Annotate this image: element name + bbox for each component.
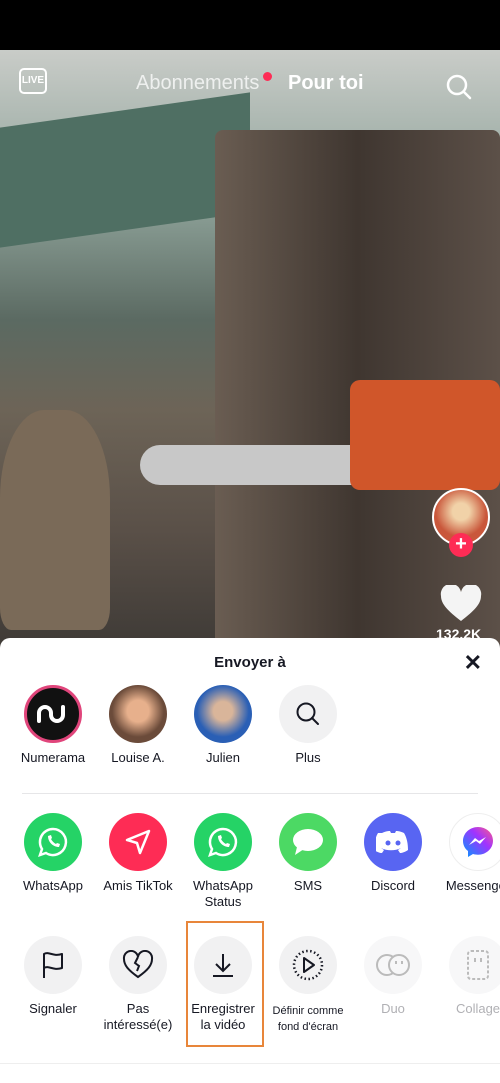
sms-icon [279,813,337,871]
avatar [194,685,252,743]
label-line: Pas [126,1001,150,1016]
whatsapp-icon [24,813,82,871]
messenger-icon [449,813,500,871]
divider [22,793,478,794]
label-line: Définir comme [272,1005,344,1017]
broken-heart-icon [109,936,167,994]
follow-button[interactable]: + [449,533,473,557]
contact-louise[interactable]: Louise A. [96,685,180,766]
label-line: intéressé(e) [103,1017,173,1032]
contact-julien[interactable]: Julien [181,685,265,766]
tab-abonnements[interactable]: Abonnements [136,72,259,95]
contact-label: Numerama [20,750,86,765]
like-icon[interactable] [440,585,482,623]
action-label: Définir comme fond d'écran [266,1003,350,1035]
divider [0,1063,500,1064]
app-label: SMS [293,878,323,893]
duet-button[interactable]: Duo [351,936,435,1017]
contact-numerama[interactable]: Numerama [11,685,95,766]
share-whatsapp-status[interactable]: WhatsApp Status [181,813,265,910]
app-label: WhatsApp [23,878,83,893]
close-icon[interactable]: ✕ [464,650,482,676]
label-line: Status [204,894,242,909]
stitch-button[interactable]: Collage [436,936,500,1017]
send-icon [109,813,167,871]
video-scene [350,380,500,490]
share-sheet: Envoyer à ✕ Numerama Louise A. Julien Pl… [0,638,500,1083]
search-icon[interactable] [446,74,472,100]
flag-icon [24,936,82,994]
notification-dot [263,72,272,81]
more-contacts-button[interactable]: Plus [266,685,350,766]
contact-label: Julien [206,750,240,765]
action-label: Signaler [29,1001,77,1016]
report-button[interactable]: Signaler [11,936,95,1017]
avatar [109,685,167,743]
live-photo-icon [279,936,337,994]
whatsapp-icon [194,813,252,871]
app-label: WhatsApp Status [181,878,265,910]
search-icon [279,685,337,743]
action-label: Collage [455,1001,500,1016]
label-line: fond d'écran [277,1021,339,1033]
status-bar [0,0,500,50]
action-label: Duo [381,1001,405,1016]
tab-pour-toi[interactable]: Pour toi [288,72,364,95]
sheet-title: Envoyer à [214,654,286,671]
label-line: WhatsApp [193,878,253,893]
set-wallpaper-button[interactable]: Définir comme fond d'écran [266,936,350,1035]
video-scene [140,445,370,485]
video-player[interactable] [0,50,500,650]
share-sms[interactable]: SMS [266,813,350,894]
video-scene [0,410,110,630]
app-label: Amis TikTok [103,878,173,893]
share-whatsapp[interactable]: WhatsApp [11,813,95,894]
contact-label: Louise A. [111,750,165,765]
app-label: Messenger [445,878,500,893]
video-scene [0,92,250,248]
live-icon[interactable]: LIVE [19,68,47,94]
top-nav: LIVE Abonnements Pour toi [0,68,500,100]
share-discord[interactable]: Discord [351,813,435,894]
share-messenger[interactable]: Messenger [436,813,500,894]
duet-icon [364,936,422,994]
collage-icon [449,936,500,994]
app-label: Discord [370,878,416,893]
not-interested-button[interactable]: Pas intéressé(e) [96,936,180,1033]
share-amis-tiktok[interactable]: Amis TikTok [96,813,180,894]
discord-icon [364,813,422,871]
highlight-box [186,921,264,1047]
contact-label: Plus [295,750,321,765]
avatar [24,685,82,743]
action-label: Pas intéressé(e) [96,1001,180,1033]
